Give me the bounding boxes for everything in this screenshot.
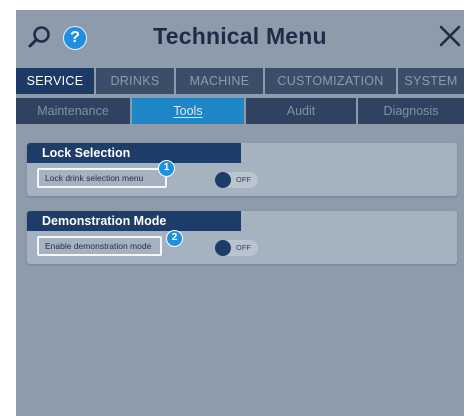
tab-system[interactable]: SYSTEM [398, 68, 464, 94]
tab-service[interactable]: SERVICE [16, 68, 94, 94]
callout-badge: 2 [166, 230, 183, 247]
close-icon[interactable] [438, 24, 462, 48]
callout-badge: 1 [158, 160, 175, 177]
tab-tools-label: Tools [173, 104, 203, 118]
tab-audit[interactable]: Audit [246, 98, 356, 124]
tab-diagnosis[interactable]: Diagnosis [358, 98, 464, 124]
tab-tools[interactable]: Tools [132, 98, 244, 124]
header: ? Technical Menu [16, 10, 464, 67]
main-tab-bar: SERVICE DRINKS MACHINE CUSTOMIZATION SYS… [16, 68, 464, 94]
toggle-knob [215, 172, 231, 188]
demonstration-mode-panel: Demonstration Mode Enable demonstration … [27, 211, 457, 264]
page-title: Technical Menu [153, 23, 327, 49]
enable-demonstration-label: Enable demonstration mode [37, 236, 162, 256]
technical-menu-screen: ? Technical Menu SERVICE DRINKS MACHINE … [16, 10, 464, 416]
tab-drinks[interactable]: DRINKS [96, 68, 174, 94]
lock-selection-toggle[interactable]: OFF [215, 172, 258, 188]
toggle-knob [215, 240, 231, 256]
lock-selection-title: Lock Selection [27, 143, 241, 163]
toggle-state-label: OFF [236, 243, 251, 252]
tab-maintenance[interactable]: Maintenance [16, 98, 130, 124]
demonstration-mode-title: Demonstration Mode [27, 211, 241, 231]
sub-tab-bar: Maintenance Tools Audit Diagnosis [16, 98, 464, 124]
toggle-state-label: OFF [236, 175, 251, 184]
tab-customization[interactable]: CUSTOMIZATION [265, 68, 396, 94]
lock-drink-selection-label: Lock drink selection menu [37, 168, 167, 188]
demonstration-mode-toggle[interactable]: OFF [215, 240, 258, 256]
tab-machine[interactable]: MACHINE [176, 68, 263, 94]
lock-selection-panel: Lock Selection Lock drink selection menu… [27, 143, 457, 196]
